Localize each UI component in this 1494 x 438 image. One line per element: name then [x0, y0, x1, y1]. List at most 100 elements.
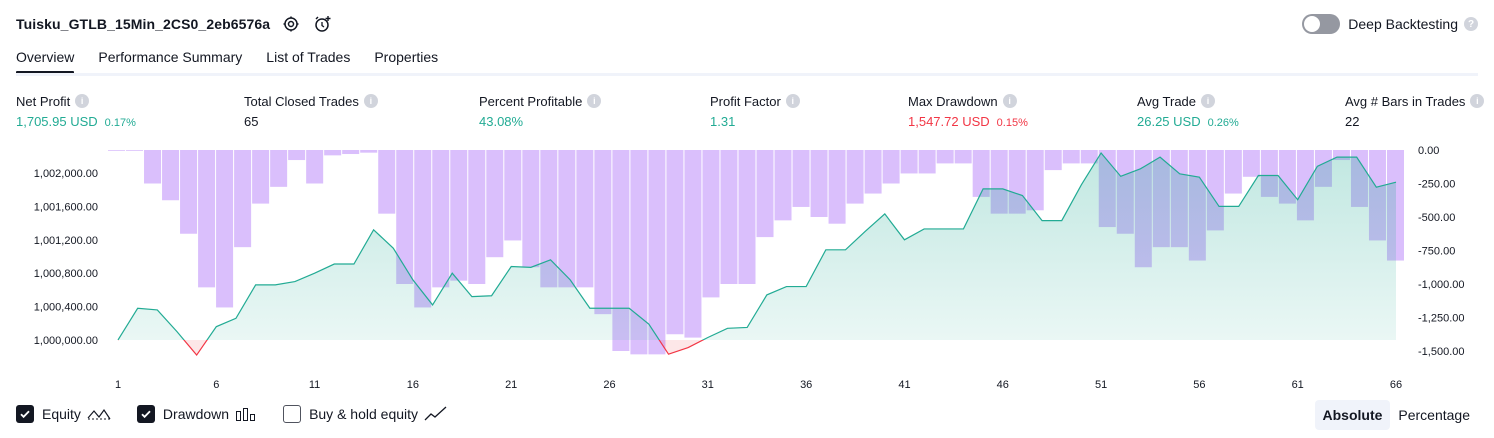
- drawdown-bar: [648, 150, 666, 355]
- metric-total-closed-trades: Total Closed Trades i 65: [244, 92, 378, 130]
- drawdown-bar: [162, 150, 180, 201]
- report-tabs: Overview Performance Summary List of Tra…: [16, 44, 462, 76]
- buy-hold-checkbox[interactable]: [283, 405, 302, 423]
- x-axis-tick-label: 21: [505, 379, 517, 391]
- absolute-button[interactable]: Absolute: [1314, 400, 1391, 430]
- drawdown-bar: [1224, 150, 1242, 194]
- drawdown-bar: [846, 150, 864, 204]
- drawdown-bar: [306, 150, 324, 184]
- legend-drawdown[interactable]: Drawdown: [136, 405, 257, 423]
- metric-max-drawdown: Max Drawdown i 1,547.72 USD 0.15%: [908, 92, 1028, 130]
- drawdown-bar: [360, 150, 378, 153]
- metric-avg-trade: Avg Trade i 26.25 USD 0.26%: [1137, 92, 1239, 130]
- x-axis-tick-label: 46: [997, 379, 1009, 391]
- help-icon[interactable]: ?: [1464, 17, 1478, 31]
- percentage-button[interactable]: Percentage: [1390, 400, 1478, 430]
- metric-net-profit: Net Profit i 1,705.95 USD 0.17%: [16, 92, 136, 130]
- drawdown-bar: [684, 150, 702, 338]
- drawdown-bar: [936, 150, 954, 164]
- x-axis-tick-label: 16: [407, 379, 419, 391]
- drawdown-bar: [882, 150, 900, 184]
- equity-line-icon: [87, 406, 111, 422]
- tab-list-of-trades[interactable]: List of Trades: [266, 44, 350, 74]
- tab-overview[interactable]: Overview: [16, 44, 75, 74]
- drawdown-bar: [864, 150, 882, 194]
- toggle-knob: [1304, 16, 1321, 32]
- x-axis-tick-label: 6: [213, 379, 219, 391]
- right-axis-tick-label: -250.00: [1418, 179, 1455, 191]
- drawdown-bar: [918, 150, 936, 174]
- metric-label: Percent Profitable: [479, 93, 583, 109]
- info-icon[interactable]: i: [1201, 94, 1216, 108]
- drawdown-bar: [216, 150, 234, 308]
- info-icon[interactable]: i: [1002, 94, 1017, 108]
- drawdown-bar: [234, 150, 252, 248]
- metric-percent: 0.26%: [1207, 117, 1239, 129]
- tab-performance-summary[interactable]: Performance Summary: [98, 44, 242, 74]
- info-icon[interactable]: i: [785, 94, 800, 108]
- x-axis-tick-label: 36: [800, 379, 812, 391]
- legend-label: Drawdown: [162, 406, 230, 422]
- drawdown-bar: [1242, 150, 1260, 177]
- left-axis-tick-label: 1,000,400.00: [34, 302, 98, 314]
- metric-value: 22: [1345, 114, 1360, 129]
- metric-label: Avg Trade: [1137, 93, 1197, 109]
- drawdown-bar: [180, 150, 198, 234]
- equity-drawdown-chart[interactable]: 1,000,000.00 1,000,400.00 1,000,800.00 1,00…: [0, 138, 1494, 396]
- tab-properties[interactable]: Properties: [374, 44, 438, 74]
- settings-gear-icon[interactable]: [280, 13, 302, 35]
- drawdown-bar: [342, 150, 360, 155]
- info-icon[interactable]: i: [587, 94, 602, 108]
- left-axis-tick-label: 1,002,000.00: [34, 168, 98, 180]
- info-icon[interactable]: i: [75, 94, 90, 108]
- drawdown-bar: [288, 150, 306, 161]
- drawdown-bar: [432, 150, 450, 288]
- right-axis-tick-label: -750.00: [1418, 246, 1455, 258]
- right-axis-tick-label: -1,500.00: [1418, 346, 1464, 358]
- drawdown-bar: [738, 150, 756, 284]
- drawdown-bar: [1026, 150, 1044, 211]
- drawdown-checkbox[interactable]: [136, 405, 155, 423]
- legend-buy-hold[interactable]: Buy & hold equity: [283, 405, 448, 423]
- x-axis-tick-label: 41: [898, 379, 910, 391]
- metric-avg-bars: Avg # Bars in Trades i 22: [1345, 92, 1485, 130]
- drawdown-bar: [414, 150, 432, 308]
- drawdown-bar: [270, 150, 288, 187]
- drawdown-bar: [720, 150, 738, 284]
- x-axis-tick-label: 31: [702, 379, 714, 391]
- left-axis-tick-label: 1,000,000.00: [34, 335, 98, 347]
- tabs-divider: [16, 73, 1478, 76]
- metric-label: Profit Factor: [710, 93, 781, 109]
- deep-backtesting-toggle[interactable]: [1302, 14, 1341, 34]
- x-axis-tick-label: 61: [1292, 379, 1304, 391]
- legend-label: Buy & hold equity: [309, 406, 419, 422]
- drawdown-bar: [702, 150, 720, 298]
- equity-checkbox[interactable]: [16, 405, 34, 423]
- drawdown-bar: [108, 150, 126, 151]
- metric-label: Total Closed Trades: [244, 93, 359, 109]
- x-axis-tick-label: 11: [309, 379, 320, 391]
- drawdown-bar: [666, 150, 684, 335]
- info-icon[interactable]: i: [1470, 94, 1485, 108]
- drawdown-bar: [324, 150, 342, 156]
- metric-label: Avg # Bars in Trades: [1345, 93, 1466, 109]
- drawdown-bar: [144, 150, 162, 184]
- drawdown-bar: [900, 150, 918, 174]
- metric-profit-factor: Profit Factor i 1.31: [710, 92, 800, 130]
- drawdown-bar: [468, 150, 486, 284]
- drawdown-bar: [522, 150, 540, 268]
- metric-value: 1,705.95 USD: [16, 114, 98, 129]
- info-icon[interactable]: i: [363, 94, 378, 108]
- drawdown-bar: [810, 150, 828, 217]
- drawdown-bar: [486, 150, 504, 258]
- view-mode-switch: Absolute Percentage: [1314, 400, 1479, 430]
- drawdown-bar: [954, 150, 972, 164]
- drawdown-bar: [576, 150, 594, 288]
- legend-equity[interactable]: Equity: [16, 405, 111, 423]
- deep-backtesting-control: Deep Backtesting ?: [1302, 12, 1478, 36]
- drawdown-bar: [450, 150, 468, 281]
- drawdown-bar: [558, 150, 576, 288]
- add-alert-clock-icon[interactable]: [312, 13, 334, 35]
- drawdown-bar: [594, 150, 612, 315]
- deep-backtesting-label: Deep Backtesting: [1348, 16, 1458, 32]
